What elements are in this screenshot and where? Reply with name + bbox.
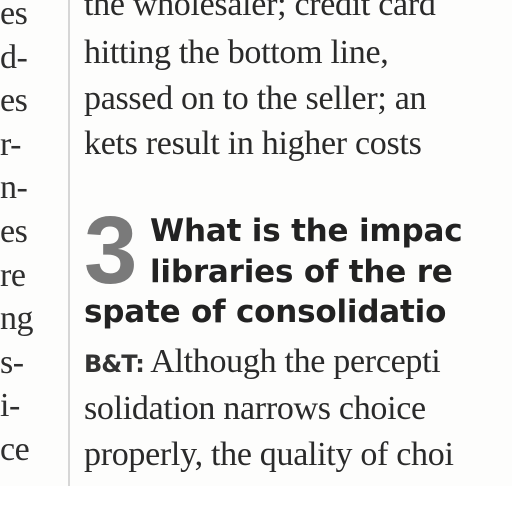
body-text-line: properly, the quality of choi [84,436,454,473]
column-divider [68,0,70,492]
left-column-fragments: es d- es r- n- es re ng s- i- ce [0,0,62,472]
left-fragment: es [0,0,28,32]
left-fragment: es [0,212,28,250]
answer-label: B&T: [84,350,145,378]
question-heading-line: spate of consolidatio [84,294,447,330]
left-fragment: ng [0,300,34,338]
left-fragment: d- [0,38,28,76]
body-text-line: passed on to the seller; an [84,80,427,117]
left-fragment: r- [0,125,21,163]
question-heading-line: What is the impac [150,213,463,249]
left-fragment: es [0,82,28,120]
body-text-line: solidation narrows choice [84,390,426,427]
question-number: 3 [84,197,137,304]
answer-first-line: B&T: Although the percepti [84,343,441,381]
left-fragment: re [0,256,26,294]
bottom-margin [0,486,512,512]
left-fragment: i- [0,387,20,425]
body-text-line: the wholesaler; credit card [84,0,436,23]
right-column: the wholesaler; credit card hitting the … [84,0,512,512]
question-heading-line: libraries of the re [150,254,453,290]
body-text-line: kets result in higher costs [84,125,422,162]
answer-text: Although the percepti [150,343,441,380]
document-page: es d- es r- n- es re ng s- i- ce the who… [0,0,512,512]
left-fragment: ce [0,430,30,468]
left-fragment: s- [0,343,24,381]
body-text-line: hitting the bottom line, [84,34,389,71]
left-fragment: n- [0,169,28,207]
